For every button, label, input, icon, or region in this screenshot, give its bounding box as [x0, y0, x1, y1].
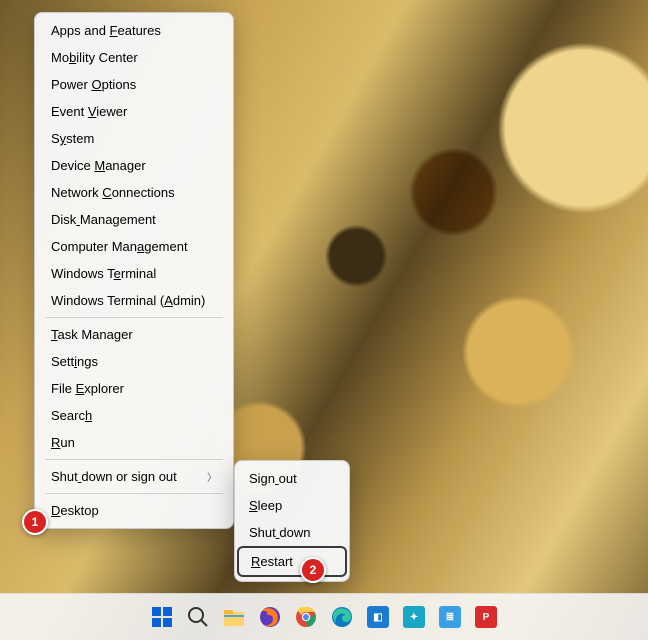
taskbar-app-blue-icon[interactable]: ◧	[364, 603, 392, 631]
taskbar-chrome-icon[interactable]	[292, 603, 320, 631]
winx-item-power-options[interactable]: Power Options	[37, 71, 231, 98]
menu-separator	[45, 493, 223, 494]
winx-item-windows-terminal[interactable]: Windows Terminal	[37, 260, 231, 287]
winx-item-computer-management[interactable]: Computer Management	[37, 233, 231, 260]
winx-item-shutdown-signout[interactable]: Shut down or sign out〉	[37, 463, 231, 490]
winx-item-settings[interactable]: Settings	[37, 348, 231, 375]
menu-separator	[45, 459, 223, 460]
taskbar-edge-icon[interactable]	[328, 603, 356, 631]
winx-menu: Apps and FeaturesMobility CenterPower Op…	[34, 12, 234, 529]
winx-item-apps-and-features[interactable]: Apps and Features	[37, 17, 231, 44]
taskbar-start-icon[interactable]	[148, 603, 176, 631]
submenu-item-restart[interactable]: Restart	[237, 546, 347, 577]
annotation-badge-1: 1	[22, 509, 48, 535]
winx-item-device-manager[interactable]: Device Manager	[37, 152, 231, 179]
desktop: Apps and FeaturesMobility CenterPower Op…	[0, 0, 648, 640]
winx-item-system[interactable]: System	[37, 125, 231, 152]
taskbar-app-teal-icon[interactable]: ✦	[400, 603, 428, 631]
winx-item-mobility-center[interactable]: Mobility Center	[37, 44, 231, 71]
taskbar: ◧ ✦ ≣ P	[0, 593, 648, 640]
winx-item-windows-terminal-admin-[interactable]: Windows Terminal (Admin)	[37, 287, 231, 314]
winx-item-task-manager[interactable]: Task Manager	[37, 321, 231, 348]
submenu-item-sign-out[interactable]: Sign out	[237, 465, 347, 492]
winx-item-run[interactable]: Run	[37, 429, 231, 456]
winx-item-event-viewer[interactable]: Event Viewer	[37, 98, 231, 125]
winx-item-disk-management[interactable]: Disk Management	[37, 206, 231, 233]
winx-item-network-connections[interactable]: Network Connections	[37, 179, 231, 206]
menu-separator	[45, 317, 223, 318]
taskbar-explorer-icon[interactable]	[220, 603, 248, 631]
shutdown-submenu: Sign outSleepShut downRestart	[234, 460, 350, 582]
submenu-item-sleep[interactable]: Sleep	[237, 492, 347, 519]
taskbar-app-red-icon[interactable]: P	[472, 603, 500, 631]
winx-item-file-explorer[interactable]: File Explorer	[37, 375, 231, 402]
taskbar-firefox-icon[interactable]	[256, 603, 284, 631]
taskbar-search-icon[interactable]	[184, 603, 212, 631]
submenu-item-shut-down[interactable]: Shut down	[237, 519, 347, 546]
winx-item-desktop[interactable]: Desktop	[37, 497, 231, 524]
chevron-right-icon: 〉	[207, 469, 217, 484]
annotation-badge-2: 2	[300, 557, 326, 583]
winx-item-search[interactable]: Search	[37, 402, 231, 429]
taskbar-notes-icon[interactable]: ≣	[436, 603, 464, 631]
